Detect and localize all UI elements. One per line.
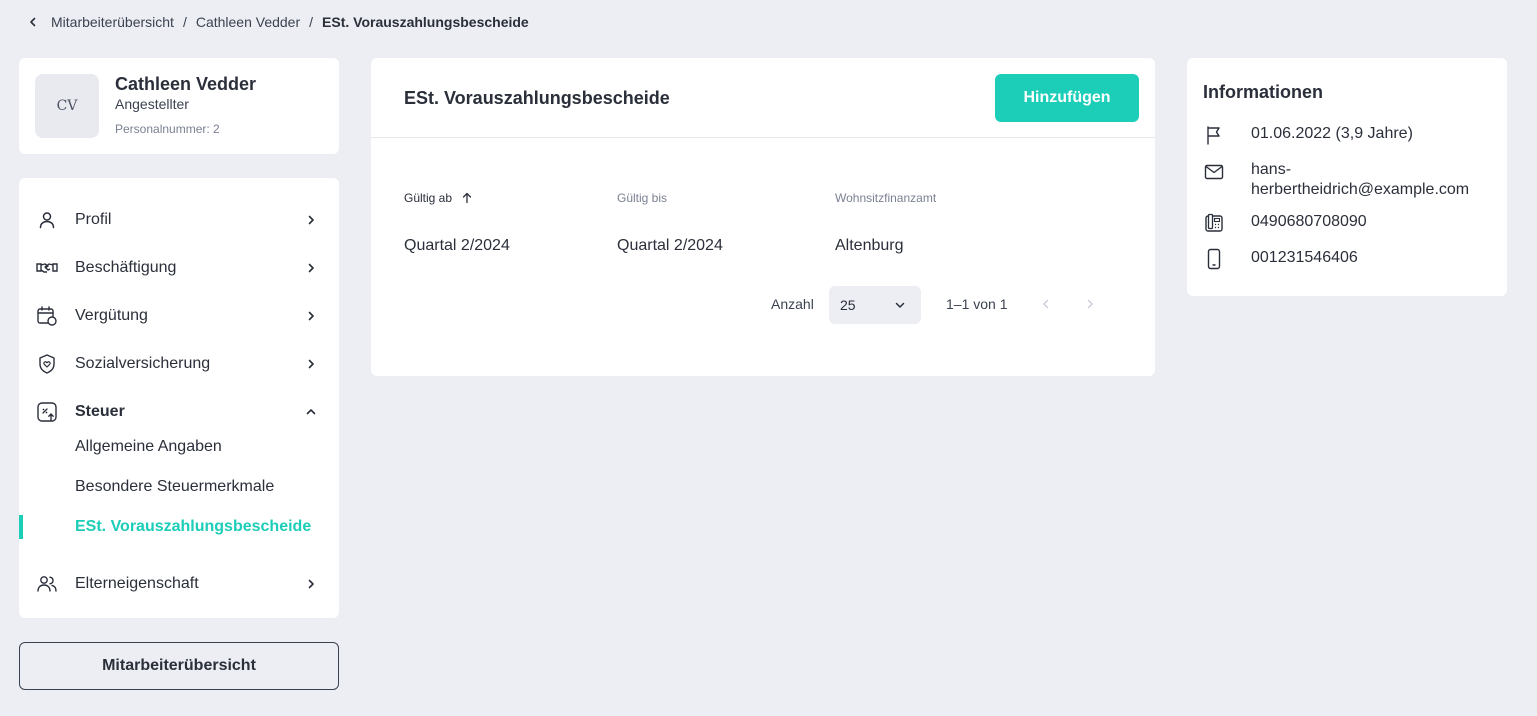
sidebar-item-label: Vergütung: [75, 307, 148, 324]
next-page-icon[interactable]: [1082, 296, 1098, 312]
employee-name: Cathleen Vedder: [115, 74, 257, 94]
flag-icon: [1203, 124, 1225, 146]
mobile-phone-icon: [1203, 248, 1225, 270]
sidebar-item-label: Elterneigenschaft: [75, 575, 199, 592]
chevron-right-icon: [303, 356, 319, 372]
avatar: CV: [35, 74, 99, 138]
sidebar-item-label: Profil: [75, 211, 112, 228]
sidebar-item-profil[interactable]: Profil: [19, 200, 339, 240]
breadcrumb-current: ESt. Vorauszahlungsbescheide: [322, 14, 529, 30]
chevron-right-icon: [303, 576, 319, 592]
cell-gueltig-bis: Quartal 2/2024: [617, 237, 723, 254]
page-size-value: 25: [840, 297, 856, 313]
sidebar-item-elterneigenschaft[interactable]: Elterneigenschaft: [19, 564, 339, 604]
personal-number: Personalnummer: 2: [115, 122, 220, 136]
breadcrumb-employee[interactable]: Cathleen Vedder: [196, 14, 300, 30]
people-icon: [36, 573, 58, 595]
page-size-select[interactable]: 25: [829, 286, 921, 324]
breadcrumb-separator: /: [309, 14, 314, 30]
breadcrumb-separator: /: [182, 14, 187, 30]
calendar-money-icon: [36, 305, 58, 327]
page-size-label: Anzahl: [771, 296, 814, 312]
back-chevron-icon[interactable]: [24, 13, 42, 31]
sidebar-subitem-besondere-steuermerkmale[interactable]: Besondere Steuermerkmale: [19, 471, 339, 503]
mail-icon: [1203, 161, 1225, 183]
sidebar-item-label: Steuer: [75, 403, 125, 420]
sidebar-subitem-allgemeine-angaben[interactable]: Allgemeine Angaben: [19, 431, 339, 463]
info-card: Informationen 01.06.2022 (3,9 Jahre) han…: [1187, 58, 1507, 296]
cell-wohnsitzfinanzamt: Altenburg: [835, 237, 904, 254]
chevron-down-icon: [893, 298, 907, 312]
sidebar-subitem-label: Allgemeine Angaben: [75, 438, 222, 455]
column-header-gueltig-ab[interactable]: Gültig ab: [404, 191, 474, 205]
info-title: Informationen: [1203, 82, 1323, 102]
chevron-right-icon: [303, 308, 319, 324]
sidebar-item-sozialversicherung[interactable]: Sozialversicherung: [19, 344, 339, 384]
main-panel: ESt. Vorauszahlungsbescheide Hinzufügen …: [371, 58, 1155, 376]
chevron-up-icon: [303, 404, 319, 420]
employee-role: Angestellter: [115, 96, 189, 112]
entry-date-text: 01.06.2022 (3,9 Jahre): [1251, 125, 1413, 142]
sidebar-nav: Profil Beschäftigung Vergütung Sozialver…: [19, 178, 339, 618]
profile-card: CV Cathleen Vedder Angestellter Personal…: [19, 58, 339, 154]
active-indicator: [19, 515, 23, 539]
chevron-right-icon: [303, 260, 319, 276]
tax-percent-icon: [36, 401, 58, 423]
sidebar-item-label: Beschäftigung: [75, 259, 177, 276]
sidebar-subitem-est-vorauszahlungsbescheide[interactable]: ESt. Vorauszahlungsbescheide: [19, 511, 339, 543]
sidebar-item-beschaeftigung[interactable]: Beschäftigung: [19, 248, 339, 288]
column-header-wohnsitzfinanzamt[interactable]: Wohnsitzfinanzamt: [835, 191, 936, 205]
mobile-text[interactable]: 001231546406: [1251, 248, 1491, 268]
handshake-icon: [36, 257, 58, 279]
sidebar-item-steuer[interactable]: Steuer: [19, 392, 339, 432]
add-button[interactable]: Hinzufügen: [995, 74, 1139, 122]
breadcrumb: Mitarbeiterübersicht / Cathleen Vedder /…: [24, 12, 529, 32]
sort-arrow-up-icon[interactable]: [460, 191, 474, 205]
cell-gueltig-ab: Quartal 2/2024: [404, 237, 510, 254]
column-header-gueltig-bis[interactable]: Gültig bis: [617, 191, 667, 205]
phone-text[interactable]: 0490680708090: [1251, 212, 1491, 232]
page-title: ESt. Vorauszahlungsbescheide: [404, 88, 670, 108]
shield-heart-icon: [36, 353, 58, 375]
sidebar-item-label: Sozialversicherung: [75, 355, 211, 372]
divider: [371, 137, 1155, 138]
sidebar-item-verguetung[interactable]: Vergütung: [19, 296, 339, 336]
previous-page-icon[interactable]: [1038, 296, 1054, 312]
employee-overview-button[interactable]: Mitarbeiterübersicht: [19, 642, 339, 690]
column-header-label: Gültig ab: [404, 191, 453, 205]
breadcrumb-employee-overview[interactable]: Mitarbeiterübersicht: [51, 14, 174, 30]
email-line-2[interactable]: herbertheidrich@example.com: [1251, 180, 1491, 200]
pagination-range: 1–1 von 1: [946, 296, 1008, 312]
desk-phone-icon: [1203, 212, 1225, 234]
user-icon: [36, 209, 58, 231]
chevron-right-icon: [303, 212, 319, 228]
sidebar-subitem-label: Besondere Steuermerkmale: [75, 478, 275, 495]
sidebar-subitem-label: ESt. Vorauszahlungsbescheide: [75, 518, 312, 535]
email-line-1[interactable]: hans-: [1251, 160, 1491, 180]
